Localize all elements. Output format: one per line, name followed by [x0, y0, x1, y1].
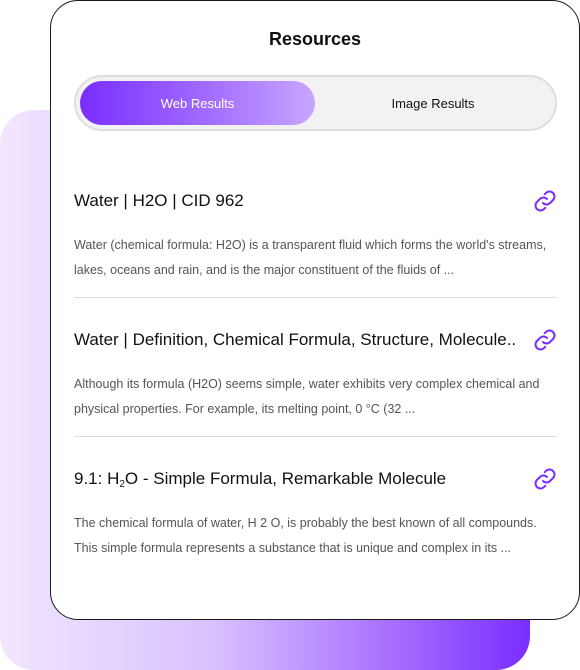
result-title[interactable]: Water | Definition, Chemical Formula, St…	[74, 330, 524, 350]
stage: Resources Web Results Image Results Wate…	[0, 0, 580, 670]
link-icon[interactable]	[533, 467, 557, 491]
panel-title: Resources	[268, 29, 362, 49]
result-title-suffix: O - Simple Formula, Remarkable Molecule	[124, 469, 447, 488]
results-tab-switcher: Web Results Image Results	[74, 75, 557, 131]
result-title-prefix: 9.1: H	[74, 469, 120, 488]
result-title[interactable]: 9.1: H2O - Simple Formula, Remarkable Mo…	[74, 469, 524, 490]
result-snippet: Although its formula (H2O) seems simple,…	[74, 377, 540, 416]
tab-web-results[interactable]: Web Results	[80, 81, 315, 125]
resources-card: Resources Web Results Image Results Wate…	[50, 0, 580, 620]
divider	[74, 436, 557, 437]
link-icon[interactable]	[533, 328, 557, 352]
tab-image-results[interactable]: Image Results	[315, 81, 551, 125]
result-snippet: Water (chemical formula: H2O) is a trans…	[74, 238, 547, 277]
link-icon[interactable]	[533, 189, 557, 213]
result-snippet: The chemical formula of water, H 2 O, is…	[74, 516, 537, 555]
divider	[74, 297, 557, 298]
result-title[interactable]: Water | H2O | CID 962	[74, 191, 524, 211]
